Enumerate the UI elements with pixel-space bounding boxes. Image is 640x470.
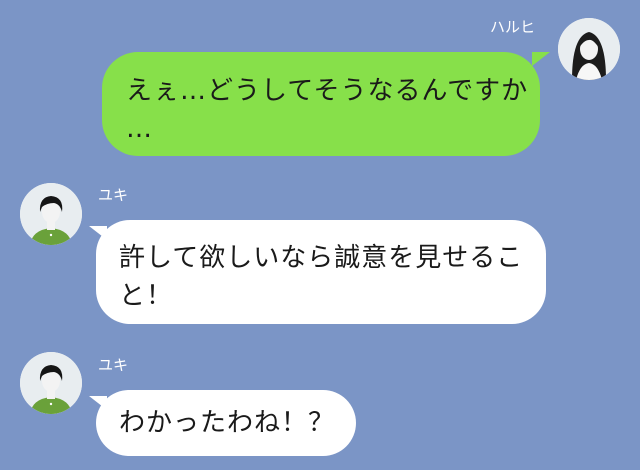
bubble-tail [89, 396, 107, 410]
man-avatar-icon[interactable] [20, 183, 82, 245]
message-bubble[interactable]: 許して欲しいなら誠意を見せるこ と！ [96, 220, 546, 324]
chat-area: ハルヒ えぇ…どうしてそうなるんですか … ユキ 許して欲しいなら誠意を見せるこ… [0, 0, 640, 470]
woman-avatar-icon[interactable] [558, 18, 620, 80]
sender-name: ユキ [98, 186, 129, 204]
message-bubble[interactable]: えぇ…どうしてそうなるんですか … [102, 52, 540, 156]
bubble-tail [89, 226, 107, 240]
sender-name: ハルヒ [490, 18, 536, 36]
message-bubble[interactable]: わかったわね！？ [96, 390, 356, 456]
sender-name: ユキ [98, 356, 129, 374]
man-avatar-icon[interactable] [20, 352, 82, 414]
bubble-tail [532, 52, 550, 66]
